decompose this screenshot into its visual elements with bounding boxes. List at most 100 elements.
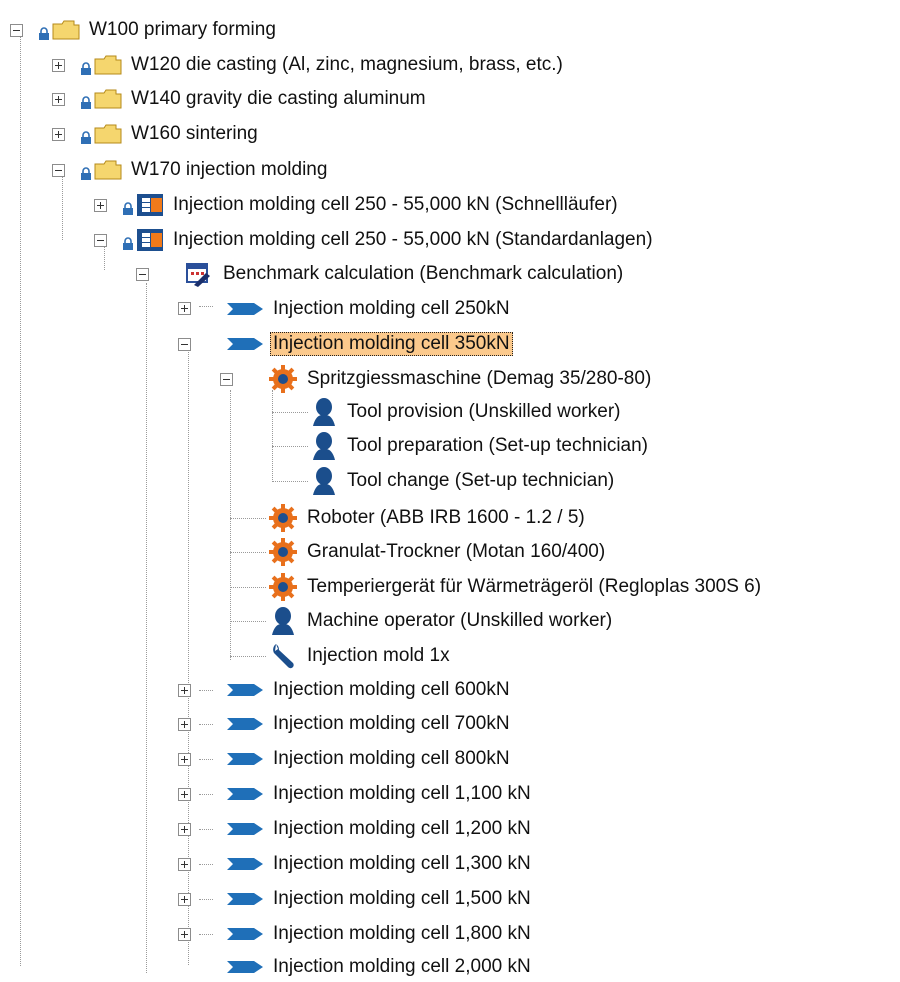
- lock-icon: [122, 202, 134, 216]
- tree-node-component[interactable]: Roboter (ABB IRB 1600 - 1.2 / 5): [268, 503, 588, 533]
- tree-line: [199, 690, 213, 691]
- tree-view[interactable]: W100 primary forming W120 die casting (A…: [0, 0, 900, 977]
- expand-toggle[interactable]: [52, 93, 65, 106]
- tree-node-component[interactable]: Injection mold 1x: [268, 641, 453, 671]
- tree-node-variant[interactable]: Injection molding cell 800kN: [226, 744, 513, 774]
- lock-icon: [80, 96, 92, 110]
- tree-line: [230, 621, 266, 622]
- collapse-toggle[interactable]: [94, 234, 107, 247]
- tree-line: [230, 587, 266, 588]
- arrow-tag-icon: [226, 891, 264, 907]
- tree-line: [199, 759, 213, 760]
- tree-line: [146, 283, 147, 973]
- expand-toggle[interactable]: [178, 823, 191, 836]
- worker-icon: [268, 606, 298, 636]
- tree-line: [188, 350, 189, 965]
- tree-node-benchmark[interactable]: Benchmark calculation (Benchmark calcula…: [184, 259, 626, 289]
- tree-node-label: W140 gravity die casting aluminum: [131, 88, 426, 109]
- tree-node-component[interactable]: Machine operator (Unskilled worker): [268, 606, 615, 636]
- tree-node-variant[interactable]: Injection molding cell 700kN: [226, 709, 513, 739]
- tree-node-variant[interactable]: Injection molding cell 250kN: [226, 294, 513, 324]
- tree-node-cell[interactable]: Injection molding cell 250 - 55,000 kN (…: [122, 225, 656, 255]
- tree-node-label: W160 sintering: [131, 123, 258, 144]
- collapse-toggle[interactable]: [52, 164, 65, 177]
- tree-node-label: Roboter (ABB IRB 1600 - 1.2 / 5): [307, 507, 585, 528]
- tree-node-variant[interactable]: Injection molding cell 1,300 kN: [226, 849, 534, 879]
- tree-node-worker[interactable]: Tool change (Set-up technician): [310, 466, 617, 496]
- tree-node-root[interactable]: W100 primary forming: [38, 15, 279, 45]
- expand-toggle[interactable]: [178, 788, 191, 801]
- tree-node-label: Tool change (Set-up technician): [347, 470, 615, 491]
- tree-node-label: Injection molding cell 700kN: [273, 713, 510, 734]
- tree-node-folder[interactable]: W160 sintering: [80, 119, 261, 149]
- tree-line: [199, 934, 213, 935]
- tree-node-label: Temperiergerät für Wärmeträgeröl (Reglop…: [307, 576, 762, 597]
- lock-icon: [80, 167, 92, 181]
- tree-node-label: Injection mold 1x: [307, 645, 450, 666]
- tree-node-label: Injection molding cell 250 - 55,000 kN (…: [173, 229, 653, 250]
- expand-toggle[interactable]: [178, 928, 191, 941]
- tree-node-label: W170 injection molding: [131, 159, 328, 180]
- tree-node-label: Spritzgiessmaschine (Demag 35/280-80): [307, 368, 652, 389]
- tree-node-machine[interactable]: Spritzgiessmaschine (Demag 35/280-80): [268, 364, 654, 394]
- tree-node-folder[interactable]: W140 gravity die casting aluminum: [80, 84, 429, 114]
- folder-icon: [94, 89, 122, 109]
- tree-node-component[interactable]: Granulat-Trockner (Motan 160/400): [268, 537, 608, 567]
- tree-node-variant[interactable]: Injection molding cell 1,200 kN: [226, 814, 534, 844]
- tree-line: [199, 794, 213, 795]
- collapse-toggle[interactable]: [220, 373, 233, 386]
- arrow-tag-icon: [226, 301, 264, 317]
- arrow-tag-icon: [226, 926, 264, 942]
- tree-node-label: Machine operator (Unskilled worker): [307, 610, 613, 631]
- tree-node-worker[interactable]: Tool provision (Unskilled worker): [310, 397, 623, 427]
- tree-node-label: Injection molding cell 1,100 kN: [273, 783, 531, 804]
- tree-node-label: W100 primary forming: [89, 19, 276, 40]
- tree-node-folder[interactable]: W120 die casting (Al, zinc, magnesium, b…: [80, 50, 566, 80]
- tree-node-worker[interactable]: Tool preparation (Set-up technician): [310, 431, 651, 461]
- tree-node-label: Injection molding cell 1,300 kN: [273, 853, 531, 874]
- tree-line: [272, 481, 308, 482]
- tree-line: [62, 176, 63, 240]
- tree-line: [20, 36, 21, 966]
- tree-node-cell[interactable]: Injection molding cell 250 - 55,000 kN (…: [122, 190, 621, 220]
- tree-node-label: Injection molding cell 600kN: [273, 679, 510, 700]
- tree-node-folder[interactable]: W170 injection molding: [80, 155, 330, 185]
- tree-node-variant[interactable]: Injection molding cell 2,000 kN: [226, 952, 534, 982]
- production-cell-icon: [136, 228, 164, 252]
- wrench-icon: [268, 641, 298, 671]
- tree-node-label: Injection molding cell 250kN: [273, 298, 510, 319]
- expand-toggle[interactable]: [94, 199, 107, 212]
- expand-toggle[interactable]: [52, 128, 65, 141]
- tree-node-variant[interactable]: Injection molding cell 1,500 kN: [226, 884, 534, 914]
- arrow-tag-icon: [226, 821, 264, 837]
- expand-toggle[interactable]: [178, 684, 191, 697]
- tree-node-variant[interactable]: Injection molding cell 1,800 kN: [226, 919, 534, 949]
- tree-node-component[interactable]: Temperiergerät für Wärmeträgeröl (Reglop…: [268, 572, 764, 602]
- collapse-toggle[interactable]: [178, 338, 191, 351]
- tree-node-variant[interactable]: Injection molding cell 1,100 kN: [226, 779, 534, 809]
- expand-toggle[interactable]: [178, 858, 191, 871]
- worker-icon: [310, 466, 338, 496]
- worker-icon: [310, 431, 338, 461]
- tree-line: [230, 390, 231, 660]
- tree-line: [272, 390, 273, 482]
- collapse-toggle[interactable]: [136, 268, 149, 281]
- tree-node-label: Tool preparation (Set-up technician): [347, 435, 649, 456]
- expand-toggle[interactable]: [178, 302, 191, 315]
- tree-line: [230, 552, 266, 553]
- arrow-tag-icon: [226, 716, 264, 732]
- tree-line: [272, 446, 308, 447]
- tree-node-variant-selected[interactable]: Injection molding cell 350kN: [226, 329, 513, 359]
- expand-toggle[interactable]: [178, 718, 191, 731]
- gear-icon: [268, 537, 298, 567]
- arrow-tag-icon: [226, 959, 264, 975]
- folder-icon: [94, 124, 122, 144]
- tree-node-variant[interactable]: Injection molding cell 600kN: [226, 675, 513, 705]
- tree-node-label: Granulat-Trockner (Motan 160/400): [307, 541, 606, 562]
- expand-toggle[interactable]: [52, 59, 65, 72]
- expand-toggle[interactable]: [178, 753, 191, 766]
- collapse-toggle[interactable]: [10, 24, 23, 37]
- arrow-tag-icon: [226, 336, 264, 352]
- expand-toggle[interactable]: [178, 893, 191, 906]
- tree-line: [199, 899, 213, 900]
